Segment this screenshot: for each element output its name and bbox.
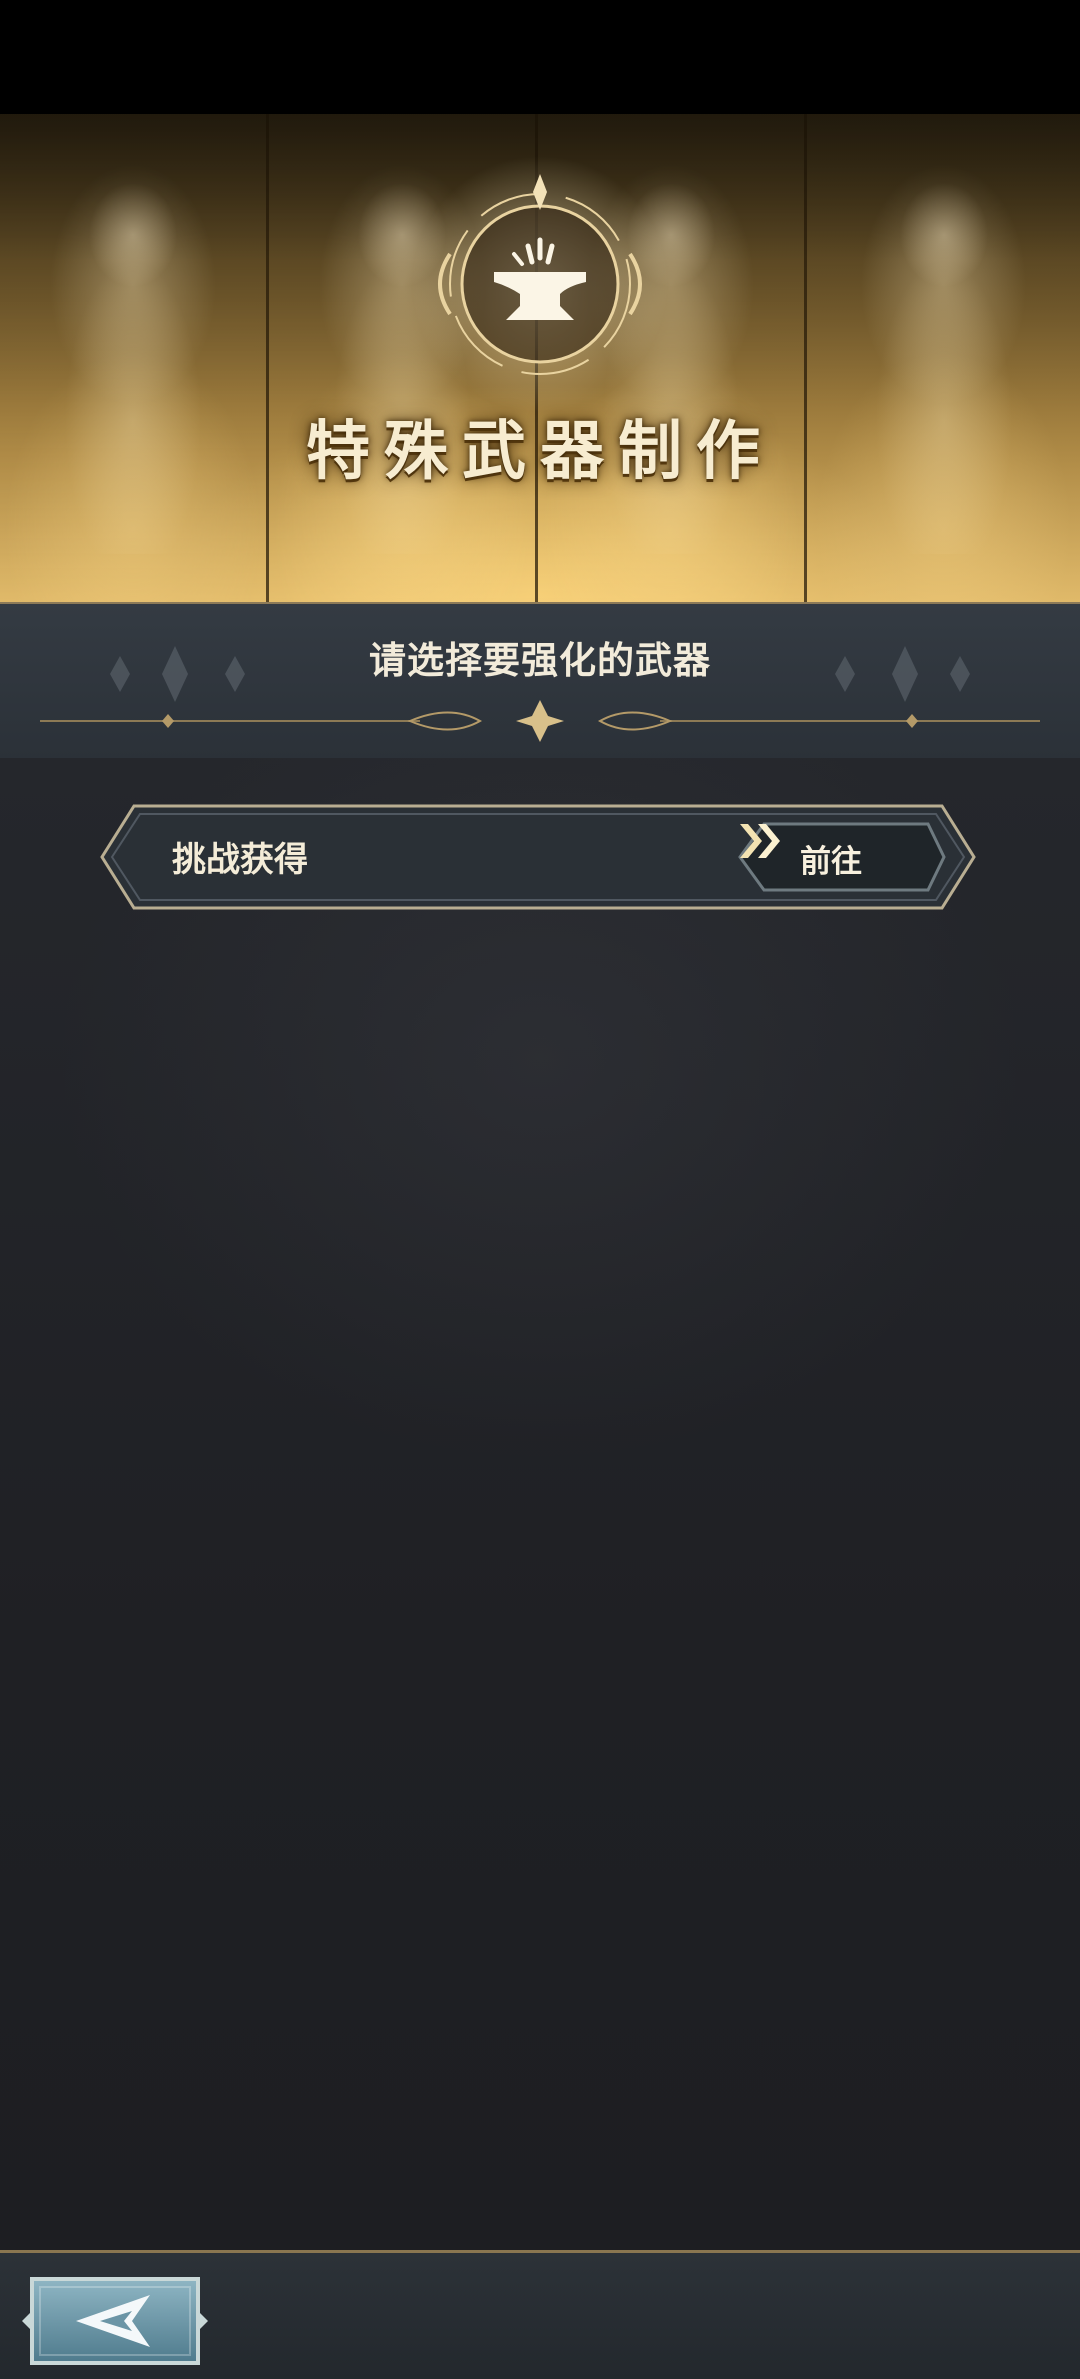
option-row-challenge[interactable]: 挑战获得 前往 (96, 800, 980, 914)
go-button-label: 前往 (800, 844, 862, 880)
banner: 特殊武器制作 (0, 114, 1080, 602)
anvil-icon (412, 156, 668, 412)
header-bar: 请选择要强化的武器 (0, 602, 1080, 760)
footer-bar (0, 2250, 1080, 2379)
back-button[interactable] (20, 2273, 210, 2369)
option-label: 挑战获得 (172, 840, 308, 880)
double-chevron-right-icon (740, 824, 780, 858)
status-bar (0, 0, 1080, 114)
go-button[interactable]: 前往 (736, 820, 946, 894)
main-area (0, 758, 1080, 2250)
back-arrow-icon (76, 2295, 150, 2347)
banner-title: 特殊武器制作 (306, 414, 774, 489)
header-title: 请选择要强化的武器 (369, 639, 711, 682)
